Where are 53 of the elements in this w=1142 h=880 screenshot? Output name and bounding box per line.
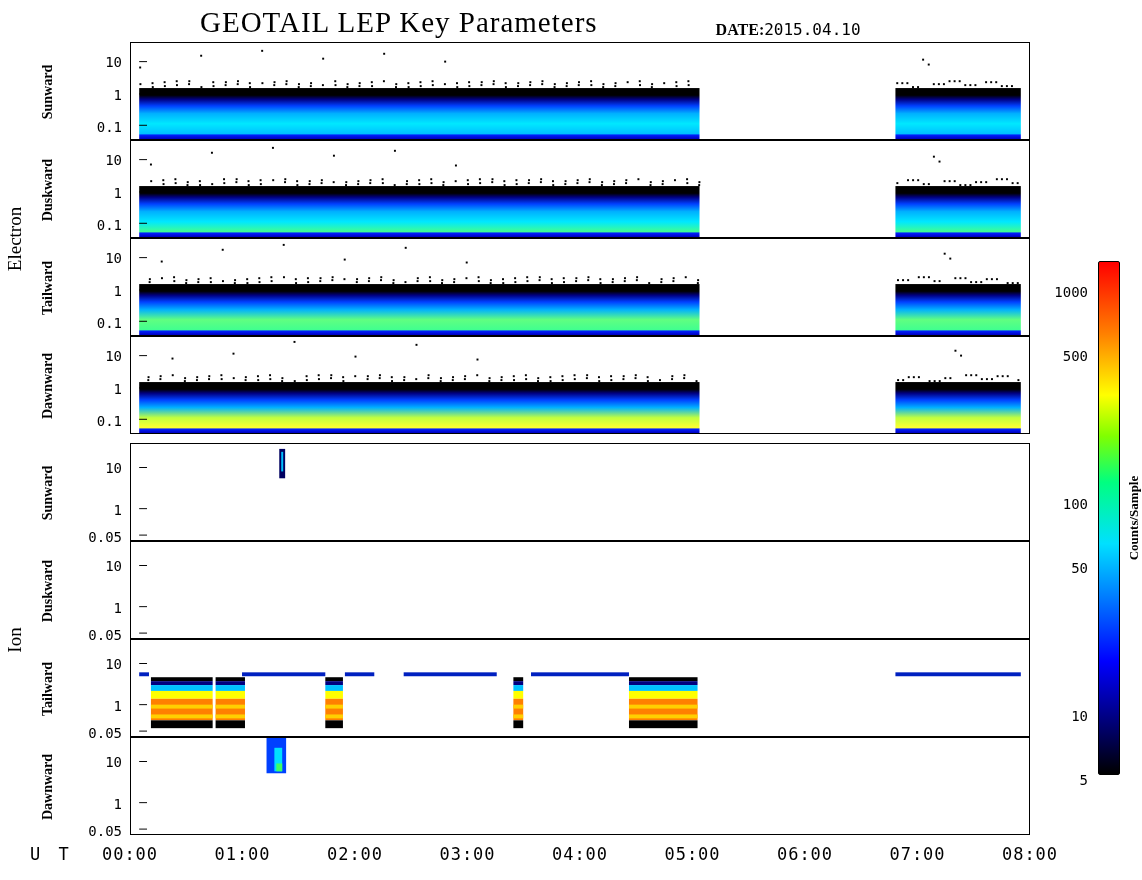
y-tick-label: 1 — [113, 699, 122, 714]
y-tick-label: 1 — [113, 186, 122, 201]
x-tick-label: 07:00 — [889, 844, 946, 865]
y-tick-label: 10 — [105, 55, 122, 70]
chart-title: GEOTAIL LEP Key Parameters — [200, 5, 598, 40]
x-tick-label: 02:00 — [326, 844, 384, 865]
y-tick-label: 0.05 — [88, 628, 122, 643]
x-tick-label: 06:00 — [776, 844, 834, 865]
panel-label: Sunward — [40, 64, 56, 120]
x-tick-label: 00:00 — [101, 844, 159, 865]
y-tick-label: 10 — [105, 559, 122, 574]
y-tick-label: 10 — [105, 153, 122, 168]
y-tick-label: 10 — [105, 755, 122, 770]
panel-label: Duskward — [40, 159, 56, 222]
group-label: Ion — [4, 627, 26, 653]
y-tick-label: 0.1 — [96, 316, 122, 331]
y-tick-label: 1 — [113, 284, 122, 299]
y-tick-label: 0.1 — [96, 120, 122, 135]
y-tick-label: 10 — [105, 461, 122, 476]
y-tick-label: 10 — [105, 349, 122, 364]
colorbar-tick-label: 1000 — [1054, 285, 1088, 300]
panel-label: Tailward — [40, 662, 56, 717]
y-tick-label: 0.1 — [96, 218, 122, 233]
colorbar-tick-label: 5 — [1079, 773, 1088, 787]
y-tick-label: 0.05 — [88, 530, 122, 545]
y-tick-label: 1 — [113, 797, 122, 812]
y-tick-label: 0.05 — [88, 824, 122, 839]
x-tick-label: 05:00 — [664, 844, 721, 865]
y-tick-label: 0.05 — [88, 726, 122, 741]
x-axis-label: U T — [30, 844, 73, 865]
group-label: Electron — [4, 207, 26, 272]
colorbar-tick-label: 500 — [1062, 349, 1088, 363]
date-text: DATE:2015.04.10 — [715, 20, 861, 40]
y-tick-label: 1 — [113, 601, 122, 616]
panel-label: Dawnward — [40, 353, 56, 420]
x-tick-label: 08:00 — [1001, 844, 1059, 865]
x-tick-label: 01:00 — [214, 844, 271, 865]
y-tick-label: 0.1 — [96, 414, 122, 429]
panel-label: Sunward — [40, 465, 56, 521]
y-tick-label: 1 — [113, 88, 122, 103]
y-tick-label: 1 — [113, 382, 122, 397]
y-tick-label: 10 — [105, 251, 122, 266]
y-tick-label: 1 — [113, 503, 122, 518]
x-tick-label: 03:00 — [439, 844, 496, 865]
colorbar-tick-label: 50 — [1071, 561, 1088, 575]
colorbar-tick-label: 100 — [1062, 497, 1088, 512]
colorbar-tick-label: 10 — [1071, 709, 1088, 724]
panel-label: Dawnward — [40, 754, 56, 821]
x-tick-label: 04:00 — [551, 844, 609, 865]
colorbar-label: Counts/Sample — [1126, 475, 1142, 561]
y-tick-label: 10 — [105, 657, 122, 672]
panel-label: Duskward — [40, 560, 56, 623]
panel-label: Tailward — [40, 261, 56, 316]
